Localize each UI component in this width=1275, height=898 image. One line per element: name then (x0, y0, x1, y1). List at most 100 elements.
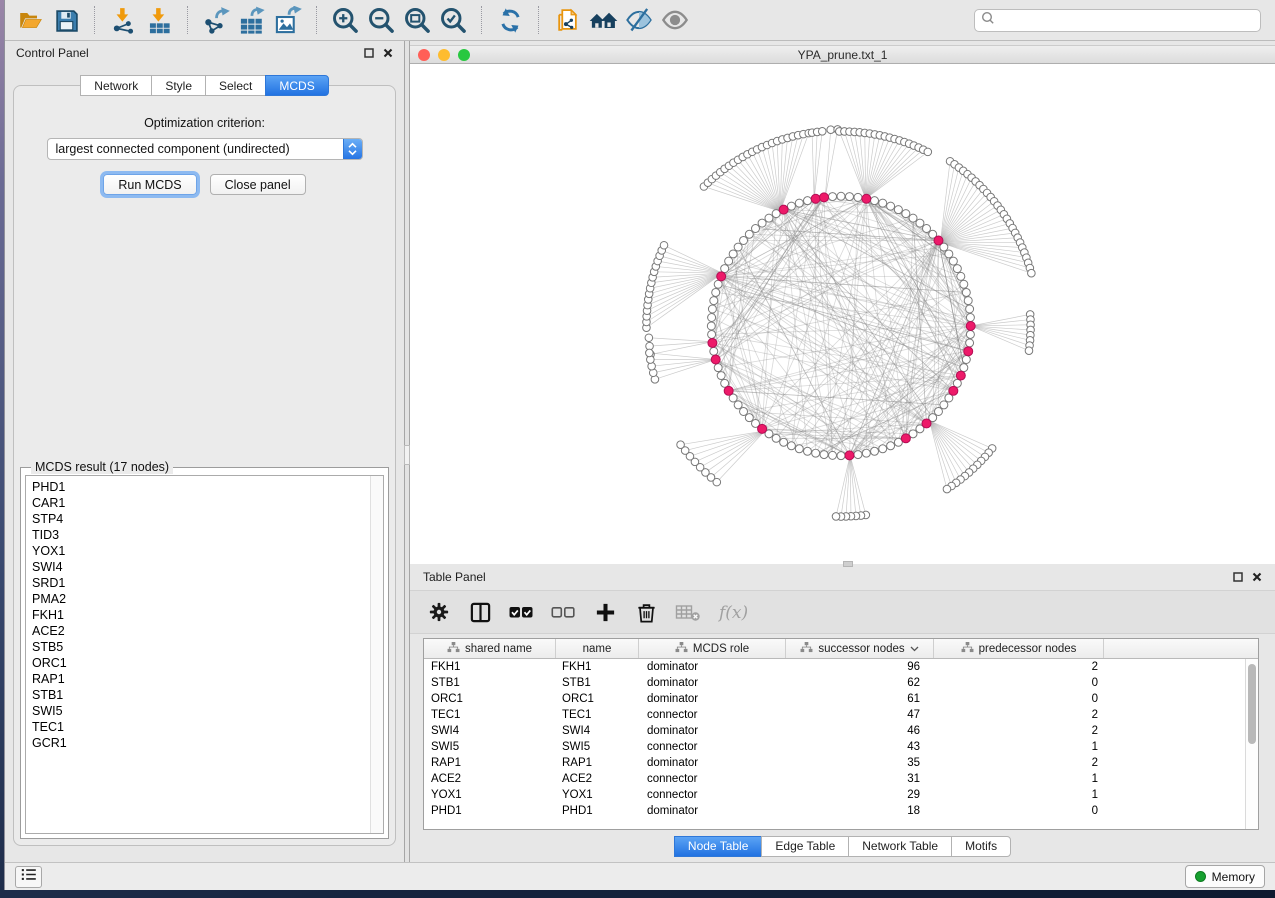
mcds-result-item[interactable]: PHD1 (32, 479, 364, 495)
cell-mcds-role[interactable]: dominator (639, 677, 786, 689)
zoom-in-icon[interactable] (328, 5, 362, 35)
mcds-result-item[interactable]: ORC1 (32, 655, 364, 671)
mcds-result-item[interactable]: SWI5 (32, 703, 364, 719)
network-graph[interactable] (410, 64, 1275, 564)
cell-predecessor-nodes[interactable]: 0 (934, 677, 1104, 689)
control-panel-tab[interactable]: Style (151, 75, 205, 96)
table-row[interactable]: RAP1 RAP1 dominator 35 2 (424, 755, 1258, 771)
cell-successor-nodes[interactable]: 61 (786, 693, 934, 705)
cell-predecessor-nodes[interactable]: 1 (934, 773, 1104, 785)
mcds-result-item[interactable]: STB1 (32, 687, 364, 703)
cell-predecessor-nodes[interactable]: 2 (934, 661, 1104, 673)
mcds-result-item[interactable]: YOX1 (32, 543, 364, 559)
cell-name[interactable]: SWI4 (556, 725, 639, 737)
table-tab[interactable]: Edge Table (761, 836, 848, 857)
cell-predecessor-nodes[interactable]: 2 (934, 757, 1104, 769)
cell-shared-name[interactable]: RAP1 (424, 757, 556, 769)
column-header[interactable]: predecessor nodes (934, 639, 1104, 658)
table-row[interactable]: FKH1 FKH1 dominator 96 2 (424, 659, 1258, 675)
export-table-icon[interactable] (235, 5, 269, 35)
table-row[interactable]: YOX1 YOX1 connector 29 1 (424, 787, 1258, 803)
cell-successor-nodes[interactable]: 46 (786, 725, 934, 737)
refresh-icon[interactable] (493, 5, 527, 35)
sort-chevron-icon[interactable] (910, 643, 919, 655)
mcds-result-item[interactable]: CAR1 (32, 495, 364, 511)
mcds-result-item[interactable]: RAP1 (32, 671, 364, 687)
cell-shared-name[interactable]: ACE2 (424, 773, 556, 785)
table-tab[interactable]: Network Table (848, 836, 951, 857)
column-header[interactable]: MCDS role (639, 639, 786, 658)
deselect-all-icon[interactable] (550, 598, 577, 626)
cell-mcds-role[interactable]: connector (639, 709, 786, 721)
cell-name[interactable]: TEC1 (556, 709, 639, 721)
optimization-select[interactable]: largest connected component (undirected) (47, 138, 363, 160)
table-row[interactable]: SWI5 SWI5 connector 43 1 (424, 739, 1258, 755)
cell-mcds-role[interactable]: dominator (639, 805, 786, 817)
table-row[interactable]: ACE2 ACE2 connector 31 1 (424, 771, 1258, 787)
cell-shared-name[interactable]: SWI4 (424, 725, 556, 737)
table-scrollbar-thumb[interactable] (1248, 664, 1256, 744)
cell-shared-name[interactable]: SWI5 (424, 741, 556, 753)
cell-name[interactable]: STB1 (556, 677, 639, 689)
task-history-button[interactable] (15, 866, 42, 888)
cell-mcds-role[interactable]: dominator (639, 725, 786, 737)
cell-successor-nodes[interactable]: 47 (786, 709, 934, 721)
hide-detail-icon[interactable] (622, 5, 656, 35)
mcds-result-item[interactable]: STB5 (32, 639, 364, 655)
cell-name[interactable]: SWI5 (556, 741, 639, 753)
cell-name[interactable]: FKH1 (556, 661, 639, 673)
gear-icon[interactable] (426, 598, 452, 626)
split-column-icon[interactable] (467, 598, 493, 626)
cell-name[interactable]: YOX1 (556, 789, 639, 801)
export-image-icon[interactable] (271, 5, 305, 35)
table-tab[interactable]: Motifs (951, 836, 1011, 857)
cell-successor-nodes[interactable]: 18 (786, 805, 934, 817)
cell-successor-nodes[interactable]: 35 (786, 757, 934, 769)
cell-shared-name[interactable]: ORC1 (424, 693, 556, 705)
cell-shared-name[interactable]: YOX1 (424, 789, 556, 801)
mcds-result-item[interactable]: SRD1 (32, 575, 364, 591)
delete-table-icon[interactable] (674, 598, 701, 626)
mcds-result-item[interactable]: TEC1 (32, 719, 364, 735)
table-tab[interactable]: Node Table (674, 836, 762, 857)
table-row[interactable]: STB1 STB1 dominator 62 0 (424, 675, 1258, 691)
select-all-icon[interactable] (508, 598, 535, 626)
mcds-result-item[interactable]: PMA2 (32, 591, 364, 607)
zoom-fit-icon[interactable] (400, 5, 434, 35)
mcds-result-item[interactable]: SWI4 (32, 559, 364, 575)
cell-predecessor-nodes[interactable]: 0 (934, 693, 1104, 705)
home-network-icon[interactable] (586, 5, 620, 35)
column-header[interactable]: successor nodes (786, 639, 934, 658)
cell-successor-nodes[interactable]: 43 (786, 741, 934, 753)
mcds-result-item[interactable]: GCR1 (32, 735, 364, 751)
cell-name[interactable]: ORC1 (556, 693, 639, 705)
network-canvas[interactable] (410, 64, 1275, 564)
share-document-icon[interactable] (550, 5, 584, 35)
float-panel-icon[interactable] (364, 48, 374, 58)
cell-mcds-role[interactable]: dominator (639, 661, 786, 673)
search-input[interactable] (1000, 10, 1254, 31)
column-header[interactable]: name (556, 639, 639, 658)
close-panel-icon[interactable] (383, 48, 393, 58)
cell-mcds-role[interactable]: connector (639, 773, 786, 785)
control-panel-tab[interactable]: Select (205, 75, 265, 96)
export-network-icon[interactable] (199, 5, 233, 35)
cell-name[interactable]: ACE2 (556, 773, 639, 785)
cell-shared-name[interactable]: FKH1 (424, 661, 556, 673)
mcds-result-item[interactable]: TID3 (32, 527, 364, 543)
import-table-icon[interactable] (142, 5, 176, 35)
cell-mcds-role[interactable]: connector (639, 741, 786, 753)
cell-mcds-role[interactable]: connector (639, 789, 786, 801)
maximize-window-button[interactable] (458, 49, 470, 61)
zoom-selected-icon[interactable] (436, 5, 470, 35)
function-icon[interactable]: f(x) (716, 598, 751, 626)
cell-mcds-role[interactable]: dominator (639, 757, 786, 769)
zoom-out-icon[interactable] (364, 5, 398, 35)
close-panel-button[interactable]: Close panel (210, 174, 306, 195)
add-icon[interactable] (592, 598, 618, 626)
cell-mcds-role[interactable]: dominator (639, 693, 786, 705)
control-panel-tab[interactable]: Network (80, 75, 151, 96)
cell-predecessor-nodes[interactable]: 1 (934, 789, 1104, 801)
cell-successor-nodes[interactable]: 96 (786, 661, 934, 673)
cell-predecessor-nodes[interactable]: 2 (934, 709, 1104, 721)
